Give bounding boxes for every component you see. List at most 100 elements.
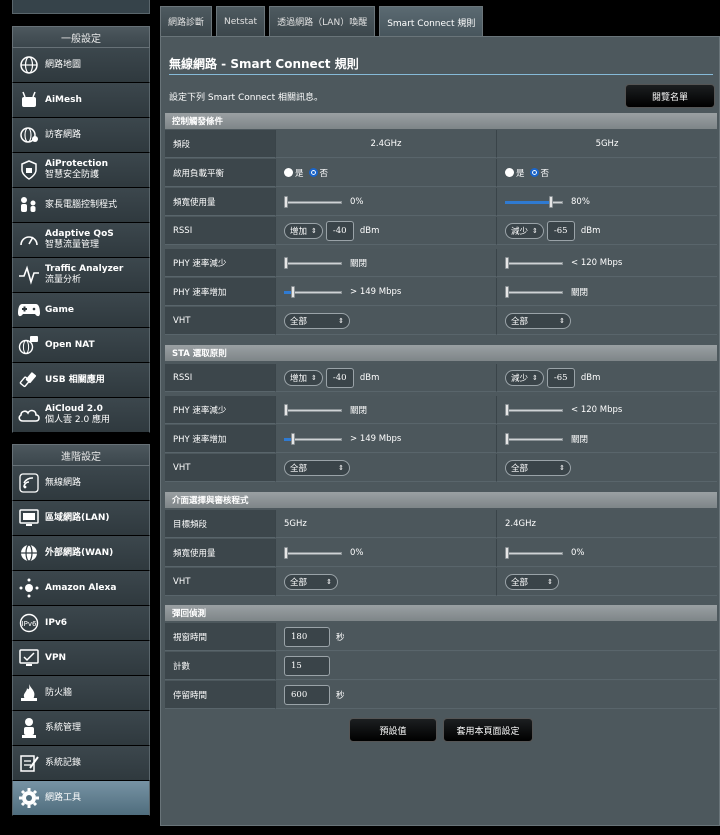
svg-text:IPv6: IPv6 — [22, 620, 37, 628]
sta-rssi-value-input-5[interactable]: -65 — [546, 367, 575, 388]
row-load-balance: 啟用負載平衡 是 否 是 否 — [165, 159, 717, 188]
section-trigger-header: 控制觸發條件 — [165, 113, 717, 129]
phy-inc-slider-5[interactable] — [505, 285, 563, 298]
fire-icon — [17, 681, 41, 705]
sidebar-item-aiprotection[interactable]: AiProtection 智慧安全防護 — [12, 153, 150, 188]
sta-vht-select-24[interactable]: 全部 ⇕ — [284, 459, 350, 476]
sta-rssi-op-select-5[interactable]: 減少 ⇕ — [505, 369, 544, 386]
row-window-time: 視窗時間 180 秒 — [165, 623, 717, 652]
sta-phy-inc-slider-5[interactable] — [505, 432, 563, 445]
cloud-icon — [17, 403, 41, 427]
phy-dec-slider-5[interactable] — [505, 256, 563, 269]
sidebar-item-wan[interactable]: 外部網路(WAN) — [12, 536, 150, 571]
count-input[interactable]: 15 — [284, 655, 330, 676]
iface-bandwidth-slider-24[interactable] — [284, 546, 342, 559]
row-count: 計數 15 — [165, 652, 717, 681]
sidebar-item-ipv6[interactable]: IPv6 IPv6 — [12, 606, 150, 641]
sidebar-top-item[interactable] — [12, 0, 150, 14]
sidebar-item-administration[interactable]: 系統管理 — [12, 711, 150, 746]
mesh-router-icon — [17, 88, 41, 112]
browse-list-button[interactable]: 閱覽名單 — [625, 84, 715, 108]
updown-icon: ⇕ — [532, 226, 538, 235]
vht-select-24[interactable]: 全部 ⇕ — [284, 312, 350, 329]
section-sta-header: STA 選取原則 — [165, 345, 717, 361]
iface-vht-select-24[interactable]: 全部 ⇕ — [284, 573, 338, 590]
bandwidth-slider-5[interactable] — [505, 195, 563, 208]
updown-icon: ⇕ — [559, 316, 565, 325]
section-bounce-header: 彈回偵測 — [165, 605, 717, 621]
tab-network-analysis[interactable]: 網路診斷 — [160, 6, 213, 36]
radio-yes-5[interactable] — [505, 168, 514, 177]
radio-yes-24[interactable] — [284, 168, 293, 177]
row-phy-increase: PHY 速率增加 > 149 Mbps 關閉 — [165, 278, 717, 307]
sidebar-item-alexa[interactable]: Amazon Alexa — [12, 571, 150, 606]
bandwidth-slider-24[interactable] — [284, 195, 342, 208]
load-balance-5-radios: 是 否 — [505, 167, 554, 179]
pulse-icon — [17, 263, 41, 287]
sidebar-item-adaptive-qos[interactable]: Adaptive QoS 智慧流量管理 — [12, 223, 150, 258]
rssi-op-select-24[interactable]: 增加 ⇕ — [284, 222, 323, 239]
phy-dec-slider-24[interactable] — [284, 256, 342, 269]
sidebar-item-aimesh[interactable]: AiMesh — [12, 83, 150, 118]
vht-select-5[interactable]: 全部 ⇕ — [505, 312, 571, 329]
sidebar-item-aicloud[interactable]: AiCloud 2.0 個人雲 2.0 應用 — [12, 398, 150, 433]
sidebar-item-parental-control[interactable]: 家長電腦控制程式 — [12, 188, 150, 223]
sidebar-item-network-tools[interactable]: 網路工具 — [12, 781, 150, 816]
tab-bar: 網路診斷 Netstat 透過網路（LAN）喚醒 Smart Connect 規… — [160, 6, 487, 38]
row-iface-bandwidth: 頻寬使用量 0% 0% — [165, 539, 717, 568]
general-settings-header: 一般設定 — [12, 26, 150, 48]
log-pencil-icon — [17, 751, 41, 775]
sidebar-item-traffic-analyzer[interactable]: Traffic Analyzer 流量分析 — [12, 258, 150, 293]
rssi-op-select-5[interactable]: 減少 ⇕ — [505, 222, 544, 239]
page-title: 無線網路 - Smart Connect 規則 — [169, 57, 359, 71]
sta-rssi-value-input-24[interactable]: -40 — [325, 367, 354, 388]
tab-netstat[interactable]: Netstat — [216, 6, 266, 36]
admin-person-icon — [17, 716, 41, 740]
speedometer-icon — [17, 228, 41, 252]
alexa-icon — [17, 576, 41, 600]
sidebar-item-open-nat[interactable]: Open NAT — [12, 328, 150, 363]
gear-icon — [17, 786, 41, 810]
row-phy-decrease: PHY 速率減少 關閉 < 120 Mbps — [165, 249, 717, 278]
sidebar-item-system-log[interactable]: 系統記錄 — [12, 746, 150, 781]
row-target-band: 目標頻段 5GHz 2.4GHz — [165, 510, 717, 539]
iface-vht-select-5[interactable]: 全部 ⇕ — [505, 573, 559, 590]
row-bandwidth: 頻寬使用量 0% 80% — [165, 188, 717, 217]
tab-smart-connect-rule[interactable]: Smart Connect 規則 — [379, 6, 484, 38]
rssi-value-input-5[interactable]: -65 — [546, 220, 575, 241]
dwell-time-input[interactable]: 600 — [284, 684, 330, 705]
sta-phy-inc-slider-24[interactable] — [284, 432, 342, 445]
sidebar-item-firewall[interactable]: 防火牆 — [12, 676, 150, 711]
rssi-value-input-24[interactable]: -40 — [325, 220, 354, 241]
radio-no-24[interactable] — [308, 168, 318, 177]
sidebar-item-lan[interactable]: 區域網路(LAN) — [12, 501, 150, 536]
default-button[interactable]: 預設值 — [349, 718, 437, 742]
sta-phy-dec-slider-24[interactable] — [284, 403, 342, 416]
row-dwell-time: 停留時間 600 秒 — [165, 681, 717, 710]
section-iface-header: 介面選擇與審核程式 — [165, 492, 717, 508]
apply-button[interactable]: 套用本頁面設定 — [443, 718, 533, 742]
wifi-icon — [17, 471, 41, 495]
sta-vht-select-5[interactable]: 全部 ⇕ — [505, 459, 571, 476]
title-divider — [169, 74, 713, 75]
phy-inc-slider-24[interactable] — [284, 285, 342, 298]
iface-bandwidth-slider-5[interactable] — [505, 546, 563, 559]
lock-icon — [17, 158, 41, 182]
sidebar-item-game[interactable]: Game — [12, 293, 150, 328]
window-time-input[interactable]: 180 — [284, 626, 330, 647]
sidebar-item-usb[interactable]: USB 相關應用 — [12, 363, 150, 398]
sta-phy-dec-slider-5[interactable] — [505, 403, 563, 416]
updown-icon: ⇕ — [326, 577, 332, 586]
vpn-icon — [17, 646, 41, 670]
sidebar-item-network-map[interactable]: 網路地圖 — [12, 48, 150, 83]
row-vht: VHT 全部 ⇕ 全部 ⇕ — [165, 307, 717, 336]
updown-icon: ⇕ — [311, 373, 317, 382]
radio-no-5[interactable] — [529, 168, 539, 177]
sidebar-item-guest-network[interactable]: 訪客網路 — [12, 118, 150, 153]
sidebar-item-vpn[interactable]: VPN — [12, 641, 150, 676]
sidebar-item-wireless[interactable]: 無線網路 — [12, 466, 150, 501]
sta-rssi-op-select-24[interactable]: 增加 ⇕ — [284, 369, 323, 386]
tab-wake-on-lan[interactable]: 透過網路（LAN）喚醒 — [269, 6, 376, 36]
gamepad-icon — [17, 298, 41, 322]
row-band: 頻段 2.4GHz 5GHz — [165, 130, 717, 159]
